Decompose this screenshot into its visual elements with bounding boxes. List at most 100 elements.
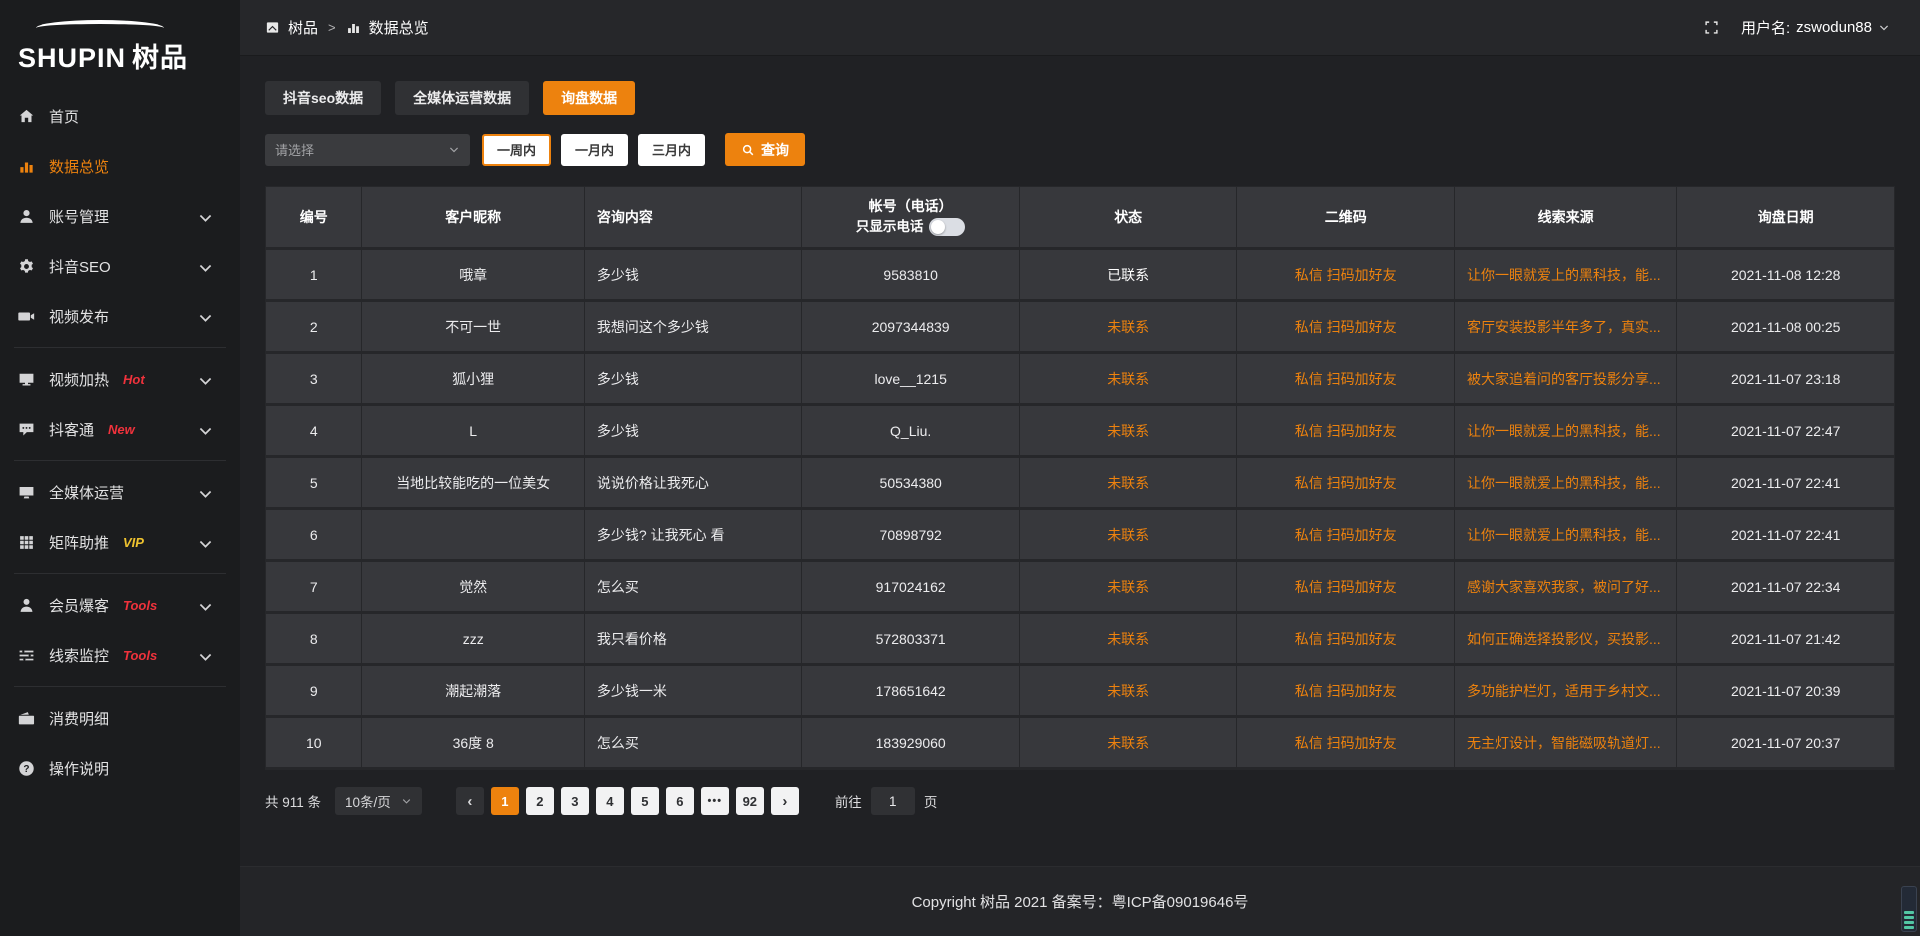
cell-qrcode[interactable]: 私信 扫码加好友 [1237,665,1455,717]
cell-qrcode[interactable]: 私信 扫码加好友 [1237,613,1455,665]
chevron-down-icon [197,373,210,386]
chevron-down-icon [197,210,210,223]
sidebar-item-wallet[interactable]: 消费明细 [0,693,240,743]
sidebar-item-member[interactable]: 会员爆客Tools [0,580,240,630]
page-button-3[interactable]: 3 [561,787,589,815]
cell-status: 未联系 [1019,353,1237,405]
cell-source[interactable]: 无主灯设计，智能磁吸轨道灯... [1454,717,1676,769]
search-button[interactable]: 查询 [725,133,805,166]
next-page-button[interactable]: › [771,787,799,815]
page-button-92[interactable]: 92 [736,787,764,815]
sidebar-item-monitor[interactable]: 全媒体运营 [0,467,240,517]
cell-source[interactable]: 被大家追着问的客厅投影分享... [1454,353,1676,405]
cell-nickname: 狐小狸 [362,353,584,405]
chevron-down-icon [197,486,210,499]
tab-2[interactable]: 询盘数据 [543,81,635,115]
cell-qrcode[interactable]: 私信 扫码加好友 [1237,405,1455,457]
cell-qrcode[interactable]: 私信 扫码加好友 [1237,561,1455,613]
cell-no: 3 [266,353,362,405]
cell-source[interactable]: 感谢大家喜欢我家，被问了好... [1454,561,1676,613]
sidebar-item-gear[interactable]: 抖音SEO [0,241,240,291]
page-button-5[interactable]: 5 [631,787,659,815]
page-size-select[interactable]: 10条/页 [335,787,422,815]
cell-date: 2021-11-07 23:18 [1677,353,1895,405]
sidebar-item-video[interactable]: 视频发布 [0,291,240,341]
column-header-5: 二维码 [1237,187,1455,249]
user-menu[interactable]: 用户名: zswodun88 [1741,17,1890,38]
fullscreen-icon[interactable] [1704,20,1719,35]
page-button-1[interactable]: 1 [491,787,519,815]
chevron-down-icon [197,649,210,662]
cell-no: 8 [266,613,362,665]
cell-source[interactable]: 让你一眼就爱上的黑科技，能... [1454,509,1676,561]
cell-source[interactable]: 如何正确选择投影仪，买投影... [1454,613,1676,665]
sidebar-item-user[interactable]: 账号管理 [0,191,240,241]
account-select[interactable]: 请选择 [265,134,470,166]
phone-only-toggle[interactable] [929,218,965,236]
table-row: 8zzz我只看价格572803371未联系私信 扫码加好友如何正确选择投影仪，买… [266,613,1895,665]
cell-inquiry: 多少钱一米 [584,665,802,717]
cell-source[interactable]: 让你一眼就爱上的黑科技，能... [1454,405,1676,457]
sidebar-badge: Tools [123,648,157,663]
video-icon [18,308,35,325]
cell-source[interactable]: 让你一眼就爱上的黑科技，能... [1454,249,1676,301]
sidebar-badge: VIP [123,535,144,550]
cell-no: 9 [266,665,362,717]
cell-qrcode[interactable]: 私信 扫码加好友 [1237,509,1455,561]
more-pages-button[interactable]: ••• [701,787,729,815]
cell-inquiry: 多少钱 [584,249,802,301]
cell-source[interactable]: 客厅安装投影半年多了，真实... [1454,301,1676,353]
logo-arc-decoration [36,20,164,36]
sidebar-item-label: 首页 [49,106,79,127]
column-header-3: 帐号（电话）只显示电话 [802,187,1020,249]
sidebar-item-label: 线索监控 [49,645,109,666]
table-row: 9潮起潮落多少钱一米178651642未联系私信 扫码加好友多功能护栏灯，适用于… [266,665,1895,717]
range-button-2[interactable]: 三月内 [638,134,705,166]
page-button-4[interactable]: 4 [596,787,624,815]
monitor-icon [18,484,35,501]
sidebar-item-question[interactable]: ?操作说明 [0,743,240,793]
sidebar-item-label: 视频发布 [49,306,109,327]
cell-account: Q_Liu. [802,405,1020,457]
cell-nickname: 哦章 [362,249,584,301]
logo-text: SHUPIN树品 [18,36,240,75]
cell-nickname: zzz [362,613,584,665]
page-button-2[interactable]: 2 [526,787,554,815]
goto-page-input[interactable] [871,787,915,815]
cell-source[interactable]: 让你一眼就爱上的黑科技，能... [1454,457,1676,509]
sidebar-item-label: 抖音SEO [49,256,111,277]
cell-date: 2021-11-08 00:25 [1677,301,1895,353]
sidebar-item-chat[interactable]: 抖客通New [0,404,240,454]
cell-nickname: 觉然 [362,561,584,613]
cell-qrcode[interactable]: 私信 扫码加好友 [1237,717,1455,769]
range-button-0[interactable]: 一周内 [482,134,551,166]
data-tabs: 抖音seo数据全媒体运营数据询盘数据 [265,81,1895,115]
breadcrumb-app[interactable]: 树品 [288,17,318,38]
range-button-1[interactable]: 一月内 [561,134,628,166]
sidebar-item-sliders[interactable]: 线索监控 Tools [0,630,240,680]
cell-account: 183929060 [802,717,1020,769]
sidebar-item-bar-chart[interactable]: 数据总览 [0,141,240,191]
sidebar-item-home[interactable]: 首页 [0,91,240,141]
cell-account: 2097344839 [802,301,1020,353]
cell-account: 70898792 [802,509,1020,561]
sidebar-item-label: 消费明细 [49,708,109,729]
floating-widget[interactable] [1901,886,1917,932]
cell-status: 未联系 [1019,457,1237,509]
tab-1[interactable]: 全媒体运营数据 [395,81,529,115]
sidebar-item-tv[interactable]: 视频加热Hot [0,354,240,404]
cell-qrcode[interactable]: 私信 扫码加好友 [1237,353,1455,405]
prev-page-button[interactable]: ‹ [456,787,484,815]
cell-qrcode[interactable]: 私信 扫码加好友 [1237,457,1455,509]
tab-0[interactable]: 抖音seo数据 [265,81,381,115]
page-size-value: 10条/页 [345,791,391,811]
breadcrumb: 树品 > 数据总览 [265,17,429,38]
sidebar-item-grid[interactable]: 矩阵助推 VIP [0,517,240,567]
cell-source[interactable]: 多功能护栏灯，适用于乡村文... [1454,665,1676,717]
page-button-6[interactable]: 6 [666,787,694,815]
sidebar-item-label: 矩阵助推 [49,532,109,553]
cell-qrcode[interactable]: 私信 扫码加好友 [1237,301,1455,353]
cell-qrcode[interactable]: 私信 扫码加好友 [1237,249,1455,301]
column-header-4: 状态 [1019,187,1237,249]
bar-chart-icon [18,158,35,175]
